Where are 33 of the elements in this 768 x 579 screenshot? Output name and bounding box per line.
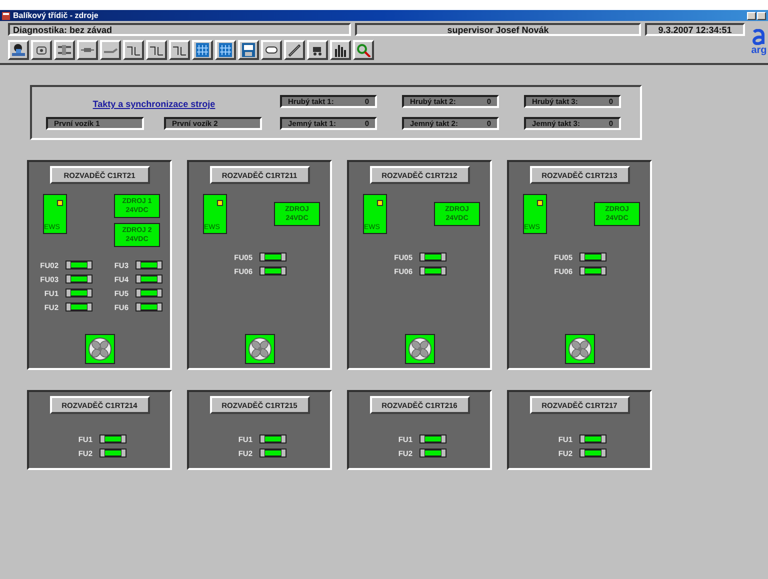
toolbar-button[interactable] <box>261 40 282 60</box>
toolbar-button[interactable] <box>31 40 52 60</box>
toolbar-button[interactable] <box>100 40 121 60</box>
toolbar-button[interactable] <box>330 40 351 60</box>
toolbar-button[interactable] <box>353 40 374 60</box>
datetime-field: 9.3.2007 12:34:51 <box>645 23 745 36</box>
grid-icon <box>218 43 233 57</box>
diagnostics-field: Diagnostika: bez závad <box>8 23 351 36</box>
window-title: Balíkový třídič - zdroje <box>13 10 98 20</box>
minimize-button[interactable] <box>747 12 756 20</box>
bar-chart-icon <box>333 43 348 57</box>
restore-button[interactable] <box>757 12 766 20</box>
user-icon <box>11 43 26 57</box>
toolbar-button[interactable] <box>169 40 190 60</box>
user-field: supervisor Josef Novák <box>355 23 641 36</box>
pen-icon <box>287 43 302 57</box>
toolbar-button[interactable] <box>54 40 75 60</box>
app-icon <box>2 12 10 20</box>
switch-icon <box>57 43 72 57</box>
logo-icon <box>752 28 766 44</box>
grid-icon <box>195 43 210 57</box>
toolbar-button[interactable] <box>77 40 98 60</box>
search-icon <box>356 43 371 57</box>
logo-text: arg <box>751 44 767 56</box>
toolbar-button[interactable] <box>238 40 259 60</box>
toolbar-button[interactable] <box>192 40 213 60</box>
toolbar-button[interactable] <box>215 40 236 60</box>
toolbar-button[interactable] <box>307 40 328 60</box>
toolbar-button[interactable] <box>8 40 29 60</box>
toolbar-button[interactable] <box>146 40 167 60</box>
toolbar-button[interactable] <box>284 40 305 60</box>
toolbar-button[interactable] <box>123 40 144 60</box>
sync-link[interactable]: Takty a synchronizace stroje <box>92 95 216 109</box>
